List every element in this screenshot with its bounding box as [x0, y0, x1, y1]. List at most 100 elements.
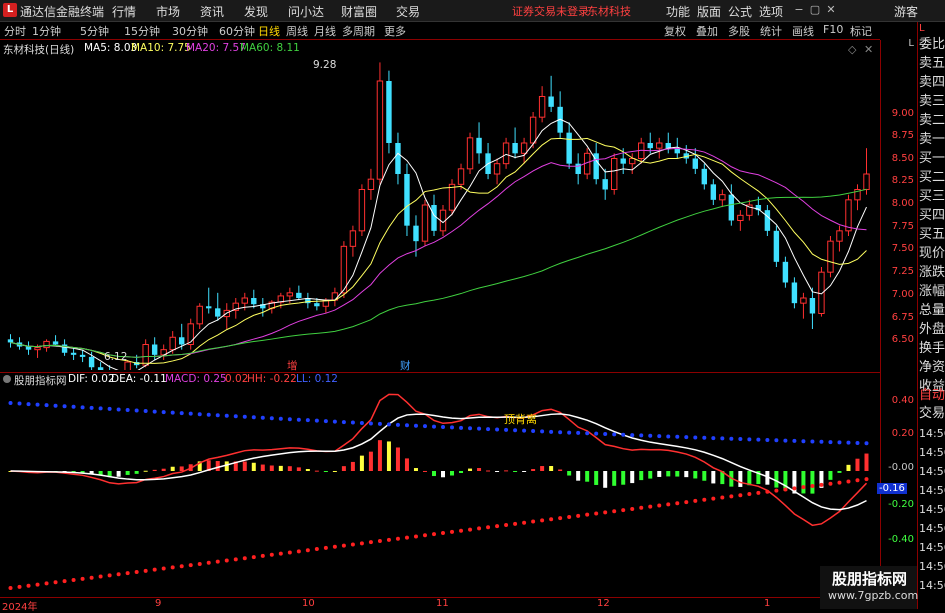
menu-jiaoyi[interactable]: 交易	[396, 3, 420, 20]
candle-body[interactable]	[431, 205, 437, 231]
candlestick-chart[interactable]	[0, 40, 880, 389]
menu-gongneng[interactable]: 功能	[666, 3, 690, 20]
candle-body[interactable]	[386, 81, 392, 143]
candle-body[interactable]	[241, 297, 248, 304]
candle-body[interactable]	[448, 183, 456, 211]
menu-zixun[interactable]: 资讯	[200, 3, 224, 20]
candle-body[interactable]	[520, 142, 528, 154]
panel-close-icon[interactable]: ✕	[864, 43, 873, 56]
menu-caifuquan[interactable]: 财富圈	[341, 3, 377, 20]
candle-body[interactable]	[25, 346, 32, 350]
tab-more[interactable]: 更多	[384, 23, 406, 39]
duogu-button[interactable]: 多股	[728, 23, 750, 39]
indicator-settings-icon[interactable]	[3, 375, 11, 383]
menu-shichang[interactable]: 市场	[156, 3, 180, 20]
indicator-panel[interactable]: 股朋指标网 DIF: 0.02 DEA: -0.11 MACD: 0.25 0.…	[0, 372, 880, 598]
event-mark-cai[interactable]: 财	[400, 358, 411, 373]
candle-body[interactable]	[476, 137, 482, 154]
tongji-button[interactable]: 统计	[760, 23, 782, 39]
candle-body[interactable]	[701, 168, 708, 185]
candle-body[interactable]	[493, 163, 501, 175]
candle-body[interactable]	[34, 347, 41, 351]
tab-monthly[interactable]: 月线	[314, 23, 336, 39]
guest-label[interactable]: 游客	[894, 3, 918, 20]
candle-body[interactable]	[124, 361, 131, 374]
candle-body[interactable]	[809, 298, 816, 314]
candle-body[interactable]	[782, 261, 789, 283]
event-mark-zeng[interactable]: 增	[287, 358, 298, 373]
close-icon[interactable]: ✕	[824, 2, 838, 18]
candle-body[interactable]	[512, 143, 518, 154]
price-chart-panel[interactable]: 东材科技(日线) MA5: 8.03 MA10: 7.75 MA20: 7.57…	[0, 40, 880, 389]
tab-multi[interactable]: 多周期	[342, 23, 375, 39]
candle-body[interactable]	[863, 173, 870, 190]
tab-daily[interactable]: 日线	[258, 23, 280, 39]
candle-body[interactable]	[466, 137, 474, 170]
candle-body[interactable]	[7, 339, 14, 343]
candle-body[interactable]	[566, 132, 572, 164]
restore-icon[interactable]: ▢	[808, 2, 822, 18]
candle-body[interactable]	[79, 354, 86, 357]
diejia-button[interactable]: 叠加	[696, 23, 718, 39]
candle-body[interactable]	[196, 305, 203, 325]
menu-banmian[interactable]: 版面	[697, 3, 721, 20]
candle-body[interactable]	[647, 143, 653, 149]
menu-wenxiaoda[interactable]: 问小达	[288, 3, 324, 20]
candle-body[interactable]	[43, 340, 50, 349]
candle-body[interactable]	[395, 143, 401, 174]
candle-body[interactable]	[151, 344, 158, 355]
tab-60min[interactable]: 60分钟	[219, 23, 255, 39]
candle-body[interactable]	[169, 336, 176, 351]
candle-body[interactable]	[818, 271, 825, 315]
settings-icon[interactable]: ◇	[848, 43, 856, 56]
candle-body[interactable]	[421, 204, 429, 242]
candle-body[interactable]	[251, 298, 257, 305]
macd-indicator-chart[interactable]	[0, 373, 880, 598]
candle-body[interactable]	[314, 303, 320, 307]
minimize-icon[interactable]: −	[792, 2, 806, 18]
menu-gongshi[interactable]: 公式	[728, 3, 752, 20]
candle-body[interactable]	[457, 168, 465, 185]
tab-weekly[interactable]: 周线	[286, 23, 308, 39]
candle-body[interactable]	[692, 158, 698, 169]
tab-1min[interactable]: 1分钟	[32, 23, 61, 39]
f10-button[interactable]: F10	[823, 23, 843, 36]
tab-30min[interactable]: 30分钟	[172, 23, 208, 39]
tab-15min[interactable]: 15分钟	[124, 23, 160, 39]
candle-body[interactable]	[296, 292, 302, 298]
candle-body[interactable]	[665, 143, 671, 149]
menu-xuanxiang[interactable]: 选项	[759, 3, 783, 20]
candle-body[interactable]	[142, 344, 149, 366]
candle-body[interactable]	[215, 308, 221, 317]
candle-body[interactable]	[376, 80, 384, 180]
tab-fenshi[interactable]: 分时	[4, 23, 26, 39]
candle-body[interactable]	[52, 341, 59, 345]
candle-body[interactable]	[349, 230, 357, 247]
huaxian-button[interactable]: 画线	[792, 23, 814, 39]
candle-body[interactable]	[413, 225, 419, 242]
candle-body[interactable]	[791, 282, 798, 304]
candle-body[interactable]	[286, 292, 294, 297]
candle-body[interactable]	[827, 240, 834, 273]
candle-body[interactable]	[70, 352, 77, 355]
candle-body[interactable]	[620, 158, 626, 164]
tab-5min[interactable]: 5分钟	[80, 23, 109, 39]
candle-body[interactable]	[719, 194, 726, 201]
candle-body[interactable]	[179, 337, 185, 345]
candle-body[interactable]	[602, 179, 608, 190]
candle-body[interactable]	[737, 214, 744, 221]
candle-body[interactable]	[97, 367, 104, 373]
candle-body[interactable]	[800, 297, 807, 304]
candle-body[interactable]	[206, 306, 212, 309]
fuquan-button[interactable]: 复权	[664, 23, 686, 39]
candle-body[interactable]	[773, 230, 780, 262]
candle-body[interactable]	[538, 96, 546, 118]
candle-body[interactable]	[656, 142, 663, 149]
side-auto[interactable]: 自动	[919, 386, 945, 405]
candle-body[interactable]	[764, 210, 771, 231]
candle-body[interactable]	[710, 184, 717, 200]
candle-body[interactable]	[502, 142, 510, 165]
menu-faxian[interactable]: 发现	[244, 3, 268, 20]
login-status[interactable]: 证券交易未登录	[512, 3, 589, 19]
candle-body[interactable]	[529, 116, 537, 144]
